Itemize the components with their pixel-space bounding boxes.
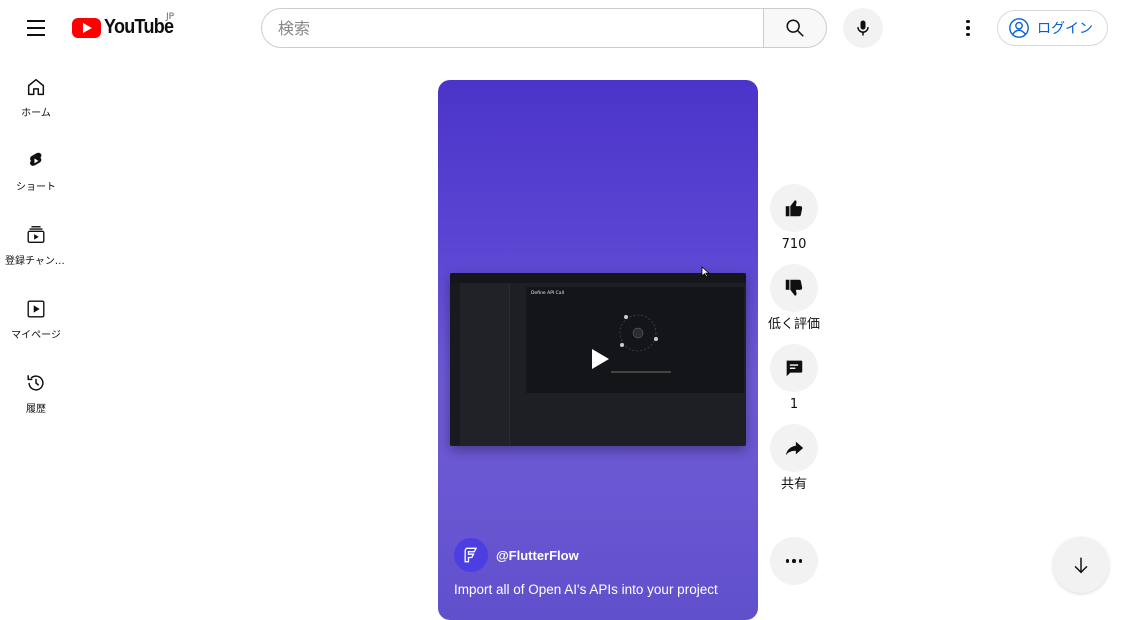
channel-info: @FlutterFlow (454, 538, 579, 572)
share-action: 共有 (770, 424, 818, 504)
dislike-button[interactable] (770, 264, 818, 312)
sidebar-item-home[interactable]: ホーム (4, 56, 68, 130)
app-nav-rail (450, 283, 460, 446)
channel-name[interactable]: @FlutterFlow (496, 548, 579, 563)
app-canvas: Define API Call (526, 287, 744, 393)
dislike-label: 低く評価 (768, 317, 821, 332)
sidebar-item-label: ショート (16, 182, 56, 193)
shorts-player[interactable]: Define API Call @FlutterFlow Import all … (438, 80, 758, 620)
thumbs-up-icon (785, 200, 803, 217)
youtube-play-icon (72, 17, 101, 38)
masthead: YouTube JP ログイン (0, 0, 1124, 56)
share-button[interactable] (770, 424, 818, 472)
comment-icon (786, 360, 803, 377)
mouse-cursor-icon (701, 266, 711, 278)
sidebar-item-label: 登録チャンネル (5, 256, 67, 267)
share-label: 共有 (780, 477, 807, 492)
next-video-button[interactable] (1053, 537, 1109, 593)
search-box (261, 8, 764, 48)
sidebar-item-label: ホーム (21, 108, 51, 119)
share-icon (785, 441, 804, 456)
dislike-action: 低く評価 (768, 264, 821, 344)
microphone-icon (857, 20, 869, 36)
sidebar-item-label: 履歴 (26, 404, 46, 415)
video-title[interactable]: Import all of Open AI's APIs into your p… (454, 582, 718, 597)
mini-guide: ホーム ショート 登録チャンネル マイページ 履歴 (0, 56, 72, 426)
like-count: 710 (781, 237, 807, 252)
reel-actions: 710 低く評価 1 共有 (768, 184, 821, 504)
library-icon (27, 300, 45, 318)
sidebar-item-library[interactable]: マイページ (4, 278, 68, 352)
settings-more-button[interactable] (948, 8, 988, 48)
shorts-icon (30, 152, 42, 166)
thumbs-down-icon (785, 279, 803, 296)
app-side-panel (460, 283, 510, 446)
sidebar-item-subscriptions[interactable]: 登録チャンネル (4, 204, 68, 278)
sidebar-item-label: マイページ (11, 330, 61, 341)
voice-search-button[interactable] (843, 8, 883, 48)
flutterflow-logo-icon (464, 547, 478, 563)
search-icon (786, 19, 804, 37)
logo-text: YouTube (104, 16, 174, 38)
search-input[interactable] (278, 18, 764, 38)
comment-count: 1 (789, 397, 799, 412)
play-button[interactable] (576, 337, 620, 381)
channel-avatar[interactable] (454, 538, 488, 572)
app-diagram (611, 314, 671, 373)
account-icon (1009, 18, 1029, 38)
menu-icon[interactable] (16, 8, 56, 48)
history-icon (27, 375, 44, 391)
sidebar-item-shorts[interactable]: ショート (4, 130, 68, 204)
logo-region-code: JP (166, 12, 175, 22)
arrow-down-icon (1074, 557, 1088, 574)
comments-button[interactable] (770, 344, 818, 392)
youtube-logo[interactable]: YouTube (72, 16, 181, 39)
subscriptions-icon (27, 226, 45, 244)
sidebar-item-history[interactable]: 履歴 (4, 352, 68, 426)
like-action: 710 (770, 184, 818, 264)
comment-action: 1 (770, 344, 818, 424)
more-actions-button[interactable] (770, 537, 818, 585)
home-icon (27, 78, 45, 96)
search-button[interactable] (763, 8, 827, 48)
login-label: ログイン (1037, 21, 1093, 37)
login-button[interactable]: ログイン (997, 10, 1108, 46)
like-button[interactable] (770, 184, 818, 232)
